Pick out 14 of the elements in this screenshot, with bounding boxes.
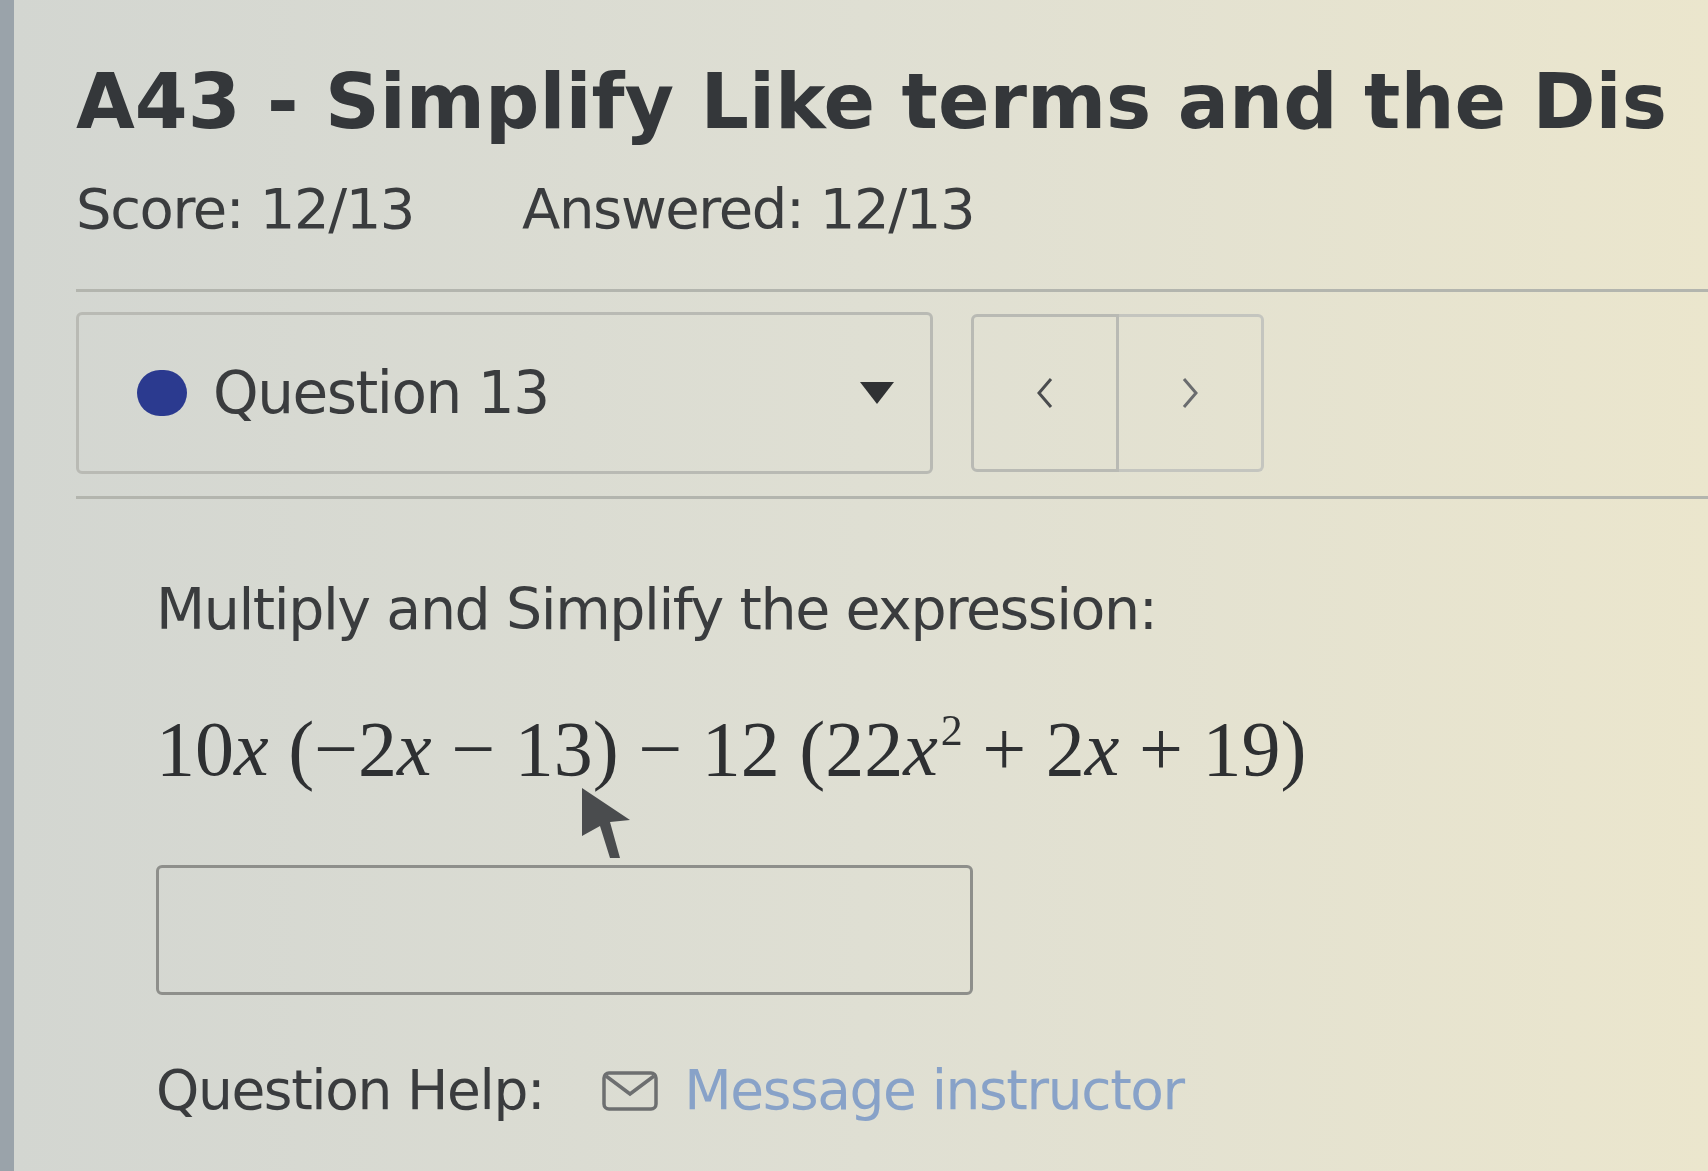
assignment-title: A43 - Simplify Like terms and the Dis — [76, 56, 1667, 148]
caret-icon — [860, 382, 894, 405]
question-prompt: Multiply and Simplify the expression: — [156, 581, 1157, 639]
math-expression: 10x (−2x − 13) − 12 (22x$^{2}$ + 2x + 19) — [156, 704, 1307, 795]
question-select[interactable]: Question 13 — [76, 312, 933, 475]
next-question-button[interactable] — [1119, 314, 1264, 473]
answered-text: Answered: 12/13 — [522, 181, 975, 238]
chevron-right-icon — [1182, 378, 1198, 409]
question-help-label: Question Help: — [156, 1063, 545, 1119]
envelope-icon — [602, 1070, 659, 1111]
chevron-left-icon — [1037, 378, 1053, 409]
score-text: Score: 12/13 — [76, 181, 415, 238]
answer-field[interactable] — [156, 865, 973, 996]
previous-question-button[interactable] — [971, 314, 1119, 473]
